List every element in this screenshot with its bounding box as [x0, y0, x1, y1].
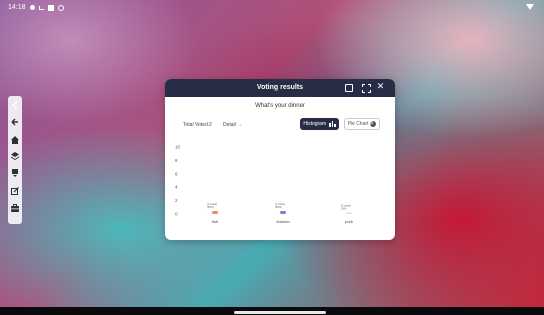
bar-data-label: (0%)	[341, 207, 347, 211]
bar-data-label: (50%)	[207, 205, 214, 209]
edit-icon[interactable]	[11, 187, 19, 195]
y-tick-label: 10	[175, 145, 181, 150]
pie-chart-label: Pie Chart	[347, 121, 369, 127]
clock: 14:18	[8, 4, 26, 11]
sync-icon	[57, 4, 64, 11]
share-icon[interactable]	[345, 84, 353, 92]
vote-question: What's your dinner	[255, 103, 305, 109]
voting-results-dialog: Voting results ✕ What's your dinner Tota…	[165, 79, 395, 240]
histogram-label: Histogram	[303, 121, 327, 127]
bar-fish[interactable]	[212, 210, 218, 214]
y-tick-label: 6	[175, 171, 178, 176]
histogram-svg: 1086420[1 votes](50%)fish[1 votes](50%)c…	[175, 145, 353, 225]
y-tick-label: 8	[175, 158, 178, 163]
detail-link[interactable]: Detail →	[223, 122, 242, 128]
wifi-icon	[526, 4, 534, 10]
pie-chart-icon	[370, 121, 377, 127]
home-icon[interactable]	[11, 136, 19, 144]
back-icon[interactable]	[11, 118, 19, 126]
settings-icon	[29, 5, 35, 10]
toolbox-icon[interactable]	[11, 204, 19, 212]
histogram-button[interactable]: Histogram	[300, 118, 339, 130]
collapse-icon[interactable]	[8, 100, 22, 110]
bar-data-label: (50%)	[275, 205, 282, 209]
x-tick-label: chicken	[276, 219, 290, 224]
bar-pork[interactable]	[346, 212, 352, 215]
status-bar: 14:18	[0, 0, 544, 18]
detail-label: Detail	[223, 122, 236, 128]
floating-toolbar	[8, 96, 22, 224]
arrow-right-icon: →	[237, 122, 243, 128]
close-icon[interactable]: ✕	[376, 83, 385, 92]
download-icon	[38, 5, 44, 10]
bar-chicken[interactable]	[280, 210, 286, 214]
bar-chart-icon	[329, 121, 336, 127]
total-voted: Total Voted:2	[183, 122, 212, 128]
y-tick-label: 2	[175, 198, 178, 203]
y-tick-label: 4	[175, 185, 178, 190]
layers-icon[interactable]	[11, 152, 19, 160]
dialog-header: Voting results ✕	[165, 79, 395, 97]
histogram-chart: 10 8 6 4 2 0 [1 votes] (50%) fish [1 votes] (50%) c…	[165, 139, 395, 239]
pie-chart-button[interactable]: Pie Chart	[344, 118, 380, 130]
home-indicator[interactable]	[234, 311, 326, 314]
fullscreen-icon[interactable]	[361, 83, 371, 93]
x-tick-label: fish	[212, 219, 218, 224]
screen-icon[interactable]	[11, 169, 19, 177]
x-tick-label: pork	[345, 219, 353, 224]
notification-icon	[47, 4, 54, 11]
y-tick-label: 0	[175, 212, 178, 217]
